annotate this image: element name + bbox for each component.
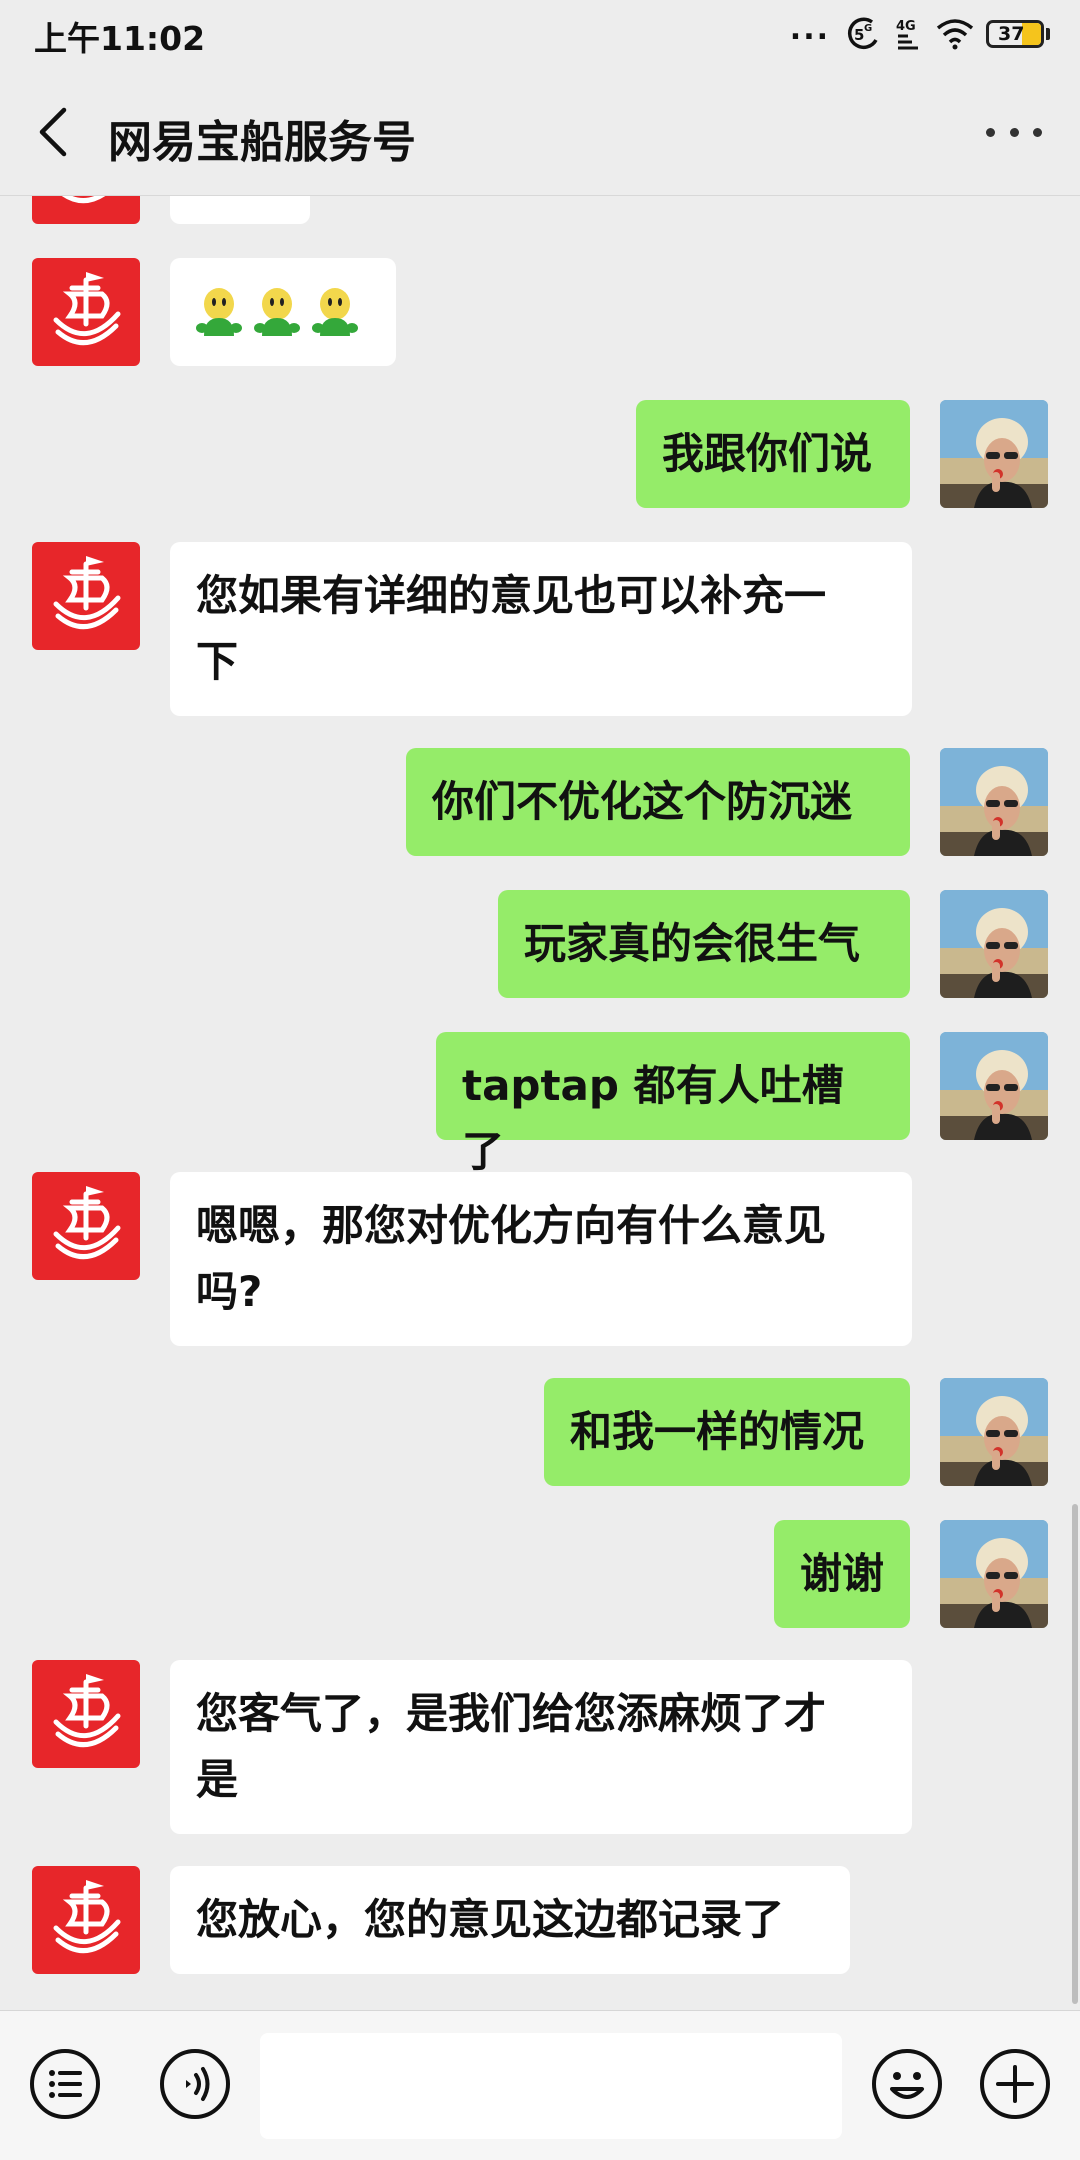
user-photo-icon: [940, 890, 1048, 998]
voice-icon: [160, 2049, 230, 2119]
message-text-line: 吗?: [196, 1267, 263, 1316]
message-bubble-incoming[interactable]: 您客气了，是我们给您添麻烦了才 是: [170, 1660, 912, 1834]
more-button[interactable]: [986, 122, 1042, 142]
service-avatar[interactable]: [32, 1660, 140, 1768]
ship-logo-icon: [32, 1866, 140, 1974]
message-text-line: 是: [196, 1755, 239, 1804]
battery-icon: 37: [986, 20, 1050, 48]
ship-logo-icon: [32, 542, 140, 650]
back-button[interactable]: [32, 104, 76, 160]
add-button[interactable]: [978, 2047, 1052, 2121]
plus-icon: [980, 2049, 1050, 2119]
user-photo-icon: [940, 1032, 1048, 1140]
message-text: 玩家真的会很生气: [524, 919, 861, 968]
user-avatar[interactable]: [940, 748, 1048, 856]
message-text: 我跟你们说: [662, 429, 873, 478]
message-bubble-outgoing[interactable]: 谢谢: [774, 1520, 910, 1628]
message-bubble-outgoing[interactable]: 和我一样的情况: [544, 1378, 910, 1486]
message-list[interactable]: 我跟你们说 您如果有详细的意见也可以补充一 下 你们不优化这个防沉迷 玩家真的会…: [0, 196, 1080, 2010]
user-avatar[interactable]: [940, 400, 1048, 508]
message-text: taptap 都有人吐槽了: [462, 1061, 844, 1176]
message-text: 谢谢: [800, 1549, 885, 1598]
message-text-line: 您客气了，是我们给您添麻烦了才: [196, 1689, 827, 1738]
message-text-line: 下: [196, 637, 239, 686]
smiley-icon: [872, 2049, 942, 2119]
message-text-line: 嗯嗯，那您对优化方向有什么意见: [196, 1201, 827, 1250]
message-bubble-incoming[interactable]: 您放心，您的意见这边都记录了: [170, 1866, 850, 1974]
message-text: 你们不优化这个防沉迷: [432, 777, 853, 826]
message-bubble-outgoing[interactable]: taptap 都有人吐槽了: [436, 1032, 910, 1176]
ship-logo-icon: [32, 258, 140, 366]
menu-list-icon: [30, 2049, 100, 2119]
chevron-left-icon: [39, 107, 67, 157]
status-bar: 上午11:02 ... 5 G 4G 37: [0, 0, 1080, 66]
user-photo-icon: [940, 400, 1048, 508]
service-avatar[interactable]: [32, 542, 140, 650]
user-avatar[interactable]: [940, 890, 1048, 998]
chat-scrollbar[interactable]: [1072, 1504, 1078, 2004]
service-avatar[interactable]: [32, 196, 140, 224]
message-bubble-outgoing[interactable]: 我跟你们说: [636, 400, 910, 508]
message-text: 和我一样的情况: [570, 1407, 865, 1456]
cellular-signal-icon: 4G: [894, 16, 924, 52]
user-photo-icon: [940, 748, 1048, 856]
message-bubble-incoming[interactable]: 嗯嗯，那您对优化方向有什么意见 吗?: [170, 1172, 912, 1346]
emoji-button[interactable]: [870, 2047, 944, 2121]
svg-text:G: G: [864, 23, 872, 34]
service-avatar[interactable]: [32, 1866, 140, 1974]
chat-header: 网易宝船服务号: [0, 66, 1080, 196]
service-avatar[interactable]: [32, 1172, 140, 1280]
input-bar: [0, 2010, 1080, 2160]
message-bubble-outgoing[interactable]: 玩家真的会很生气: [498, 890, 910, 998]
user-photo-icon: [940, 1378, 1048, 1486]
wifi-icon: [936, 18, 974, 50]
notification-dots: ...: [789, 12, 830, 47]
user-avatar[interactable]: [940, 1378, 1048, 1486]
battery-level: 37: [998, 23, 1025, 45]
voice-button[interactable]: [158, 2047, 232, 2121]
more-dots-icon: [986, 127, 995, 137]
5g-icon: 5 G: [842, 16, 882, 52]
green-figure-emoji: [196, 288, 358, 336]
user-avatar[interactable]: [940, 1032, 1048, 1140]
message-bubble-incoming[interactable]: [170, 258, 396, 366]
message-input[interactable]: [260, 2033, 842, 2139]
status-icons: ... 5 G 4G 37: [790, 14, 1050, 54]
menu-button[interactable]: [28, 2047, 102, 2121]
message-bubble-incoming[interactable]: 您如果有详细的意见也可以补充一 下: [170, 542, 912, 716]
service-avatar[interactable]: [32, 258, 140, 366]
ship-logo-icon: [32, 1660, 140, 1768]
user-photo-icon: [940, 1520, 1048, 1628]
ship-logo-icon: [32, 1172, 140, 1280]
page-title: 网易宝船服务号: [108, 117, 416, 168]
battery-fill: [1021, 23, 1041, 45]
message-text-line: 您如果有详细的意见也可以补充一: [196, 571, 827, 620]
signal-label: 4G: [896, 19, 916, 34]
svg-text:5: 5: [854, 26, 864, 44]
message-bubble-outgoing[interactable]: 你们不优化这个防沉迷: [406, 748, 910, 856]
user-avatar[interactable]: [940, 1520, 1048, 1628]
message-text: 您放心，您的意见这边都记录了: [196, 1895, 785, 1944]
ship-logo-icon: [32, 196, 140, 224]
message-bubble-incoming[interactable]: [170, 196, 310, 224]
status-time: 上午11:02: [34, 19, 206, 58]
